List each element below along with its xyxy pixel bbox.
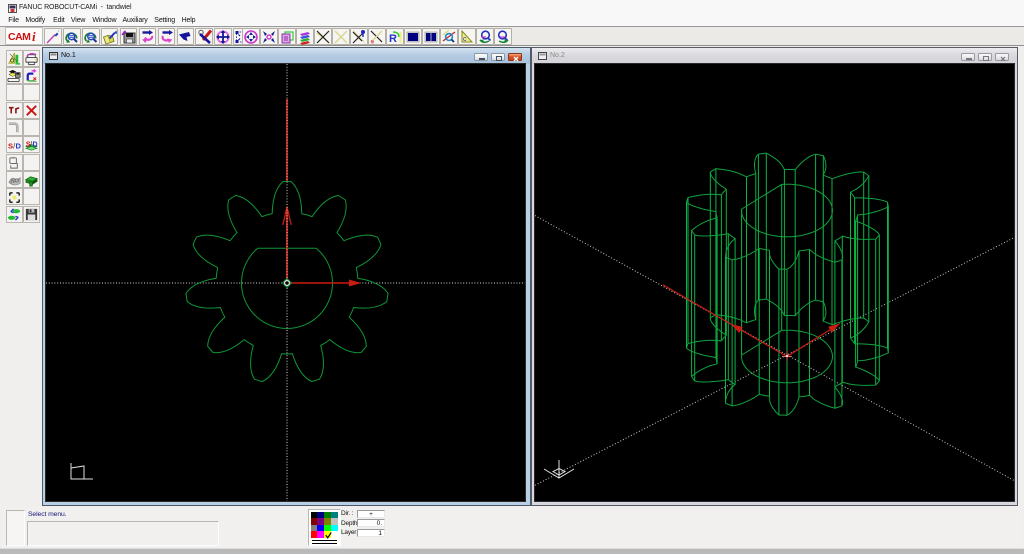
svg-text:D: D bbox=[33, 141, 38, 148]
svg-text:R: R bbox=[389, 33, 397, 45]
svg-text:D: D bbox=[15, 141, 21, 150]
svg-text:NO: NO bbox=[11, 178, 20, 184]
svg-text:c: c bbox=[463, 36, 467, 43]
